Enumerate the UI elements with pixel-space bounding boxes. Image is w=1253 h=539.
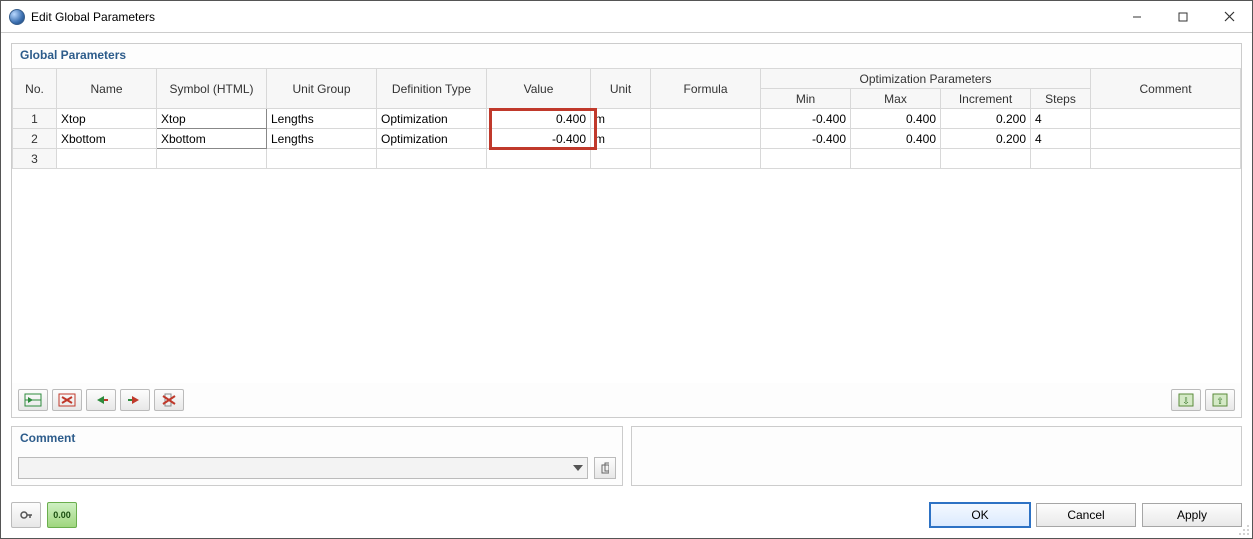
cell-name[interactable]: Xtop	[57, 109, 157, 129]
table-row[interactable]: 3	[13, 149, 1241, 169]
cell-unit-group[interactable]: Lengths	[267, 109, 377, 129]
cell-unit-group[interactable]: Lengths	[267, 129, 377, 149]
window-title: Edit Global Parameters	[31, 10, 155, 24]
clear-column-button[interactable]	[154, 389, 184, 411]
cell-definition-type[interactable]: Optimization	[377, 129, 487, 149]
cell-max[interactable]: 0.400	[851, 109, 941, 129]
cell-min[interactable]: -0.400	[761, 109, 851, 129]
comment-library-button[interactable]	[594, 457, 616, 479]
parameters-grid[interactable]: No. Name Symbol (HTML) Unit Group Defini…	[12, 68, 1241, 383]
close-button[interactable]	[1206, 1, 1252, 33]
cell-value[interactable]	[487, 149, 591, 169]
grid-toolbar: ⇩ ⇧	[12, 383, 1241, 417]
dialog-footer: 0.00 OK Cancel Apply	[1, 494, 1252, 538]
col-symbol[interactable]: Symbol (HTML)	[157, 69, 267, 109]
cell-unit[interactable]	[591, 149, 651, 169]
col-value[interactable]: Value	[487, 69, 591, 109]
col-name[interactable]: Name	[57, 69, 157, 109]
col-formula[interactable]: Formula	[651, 69, 761, 109]
cell-formula[interactable]	[651, 129, 761, 149]
cell-no[interactable]: 1	[13, 109, 57, 129]
cell-symbol[interactable]	[157, 149, 267, 169]
col-steps[interactable]: Steps	[1031, 89, 1091, 109]
col-unit-group[interactable]: Unit Group	[267, 69, 377, 109]
cell-formula[interactable]	[651, 109, 761, 129]
cell-comment[interactable]	[1091, 109, 1241, 129]
cell-value[interactable]: 0.400	[487, 109, 591, 129]
comment-header: Comment	[12, 427, 622, 451]
units-badge-label: 0.00	[53, 510, 71, 520]
cell-comment[interactable]	[1091, 129, 1241, 149]
cell-steps[interactable]: 4	[1031, 129, 1091, 149]
chevron-down-icon	[573, 465, 583, 471]
help-button[interactable]	[11, 502, 41, 528]
cell-formula[interactable]	[651, 149, 761, 169]
app-icon	[9, 9, 25, 25]
table-row[interactable]: 2 Xbottom Xbottom Lengths Optimization -…	[13, 129, 1241, 149]
resize-grip-icon[interactable]	[1238, 524, 1250, 536]
copy-icon	[601, 462, 609, 474]
global-parameters-header: Global Parameters	[12, 44, 1241, 68]
column-delete-icon	[160, 393, 178, 407]
table-insert-icon	[24, 393, 42, 407]
col-min[interactable]: Min	[761, 89, 851, 109]
comment-combo[interactable]	[18, 457, 588, 479]
units-button[interactable]: 0.00	[47, 502, 77, 528]
col-unit[interactable]: Unit	[591, 69, 651, 109]
cell-increment[interactable]: 0.200	[941, 129, 1031, 149]
cell-unit[interactable]: m	[591, 129, 651, 149]
maximize-button[interactable]	[1160, 1, 1206, 33]
col-definition-type[interactable]: Definition Type	[377, 69, 487, 109]
minimize-button[interactable]	[1114, 1, 1160, 33]
cell-steps[interactable]	[1031, 149, 1091, 169]
preview-panel	[631, 426, 1243, 486]
shift-left-button[interactable]	[86, 389, 116, 411]
cell-max[interactable]	[851, 149, 941, 169]
cell-min[interactable]	[761, 149, 851, 169]
titlebar: Edit Global Parameters	[1, 1, 1252, 33]
cell-definition-type[interactable]: Optimization	[377, 109, 487, 129]
arrow-left-icon	[92, 393, 110, 407]
arrow-right-icon	[126, 393, 144, 407]
cell-value[interactable]: -0.400	[487, 129, 591, 149]
cell-no[interactable]: 3	[13, 149, 57, 169]
cancel-button[interactable]: Cancel	[1036, 503, 1136, 527]
table-delete-icon	[58, 393, 76, 407]
cell-definition-type[interactable]	[377, 149, 487, 169]
col-increment[interactable]: Increment	[941, 89, 1031, 109]
insert-row-button[interactable]	[18, 389, 48, 411]
excel-import-icon: ⇧	[1212, 393, 1228, 407]
col-max[interactable]: Max	[851, 89, 941, 109]
apply-button[interactable]: Apply	[1142, 503, 1242, 527]
global-parameters-panel: Global Parameters	[11, 43, 1242, 418]
svg-text:⇩: ⇩	[1182, 396, 1190, 406]
import-excel-button[interactable]: ⇧	[1205, 389, 1235, 411]
col-no[interactable]: No.	[13, 69, 57, 109]
cell-name[interactable]: Xbottom	[57, 129, 157, 149]
comment-panel: Comment	[11, 426, 623, 486]
cell-min[interactable]: -0.400	[761, 129, 851, 149]
col-group-optimization: Optimization Parameters	[761, 69, 1091, 89]
delete-row-button[interactable]	[52, 389, 82, 411]
cell-steps[interactable]: 4	[1031, 109, 1091, 129]
cell-symbol[interactable]: Xbottom	[157, 129, 267, 149]
cell-max[interactable]: 0.400	[851, 129, 941, 149]
ok-button[interactable]: OK	[930, 503, 1030, 527]
cell-symbol[interactable]: Xtop	[157, 109, 267, 129]
cell-increment[interactable]	[941, 149, 1031, 169]
cell-unit[interactable]: m	[591, 109, 651, 129]
cell-comment[interactable]	[1091, 149, 1241, 169]
excel-export-icon: ⇩	[1178, 393, 1194, 407]
cell-name[interactable]	[57, 149, 157, 169]
shift-right-button[interactable]	[120, 389, 150, 411]
svg-text:⇧: ⇧	[1216, 396, 1224, 406]
cell-increment[interactable]: 0.200	[941, 109, 1031, 129]
col-comment[interactable]: Comment	[1091, 69, 1241, 109]
key-help-icon	[19, 508, 33, 522]
cell-unit-group[interactable]	[267, 149, 377, 169]
cell-no[interactable]: 2	[13, 129, 57, 149]
table-row[interactable]: 1 Xtop Xtop Lengths Optimization 0.400 m…	[13, 109, 1241, 129]
export-excel-button[interactable]: ⇩	[1171, 389, 1201, 411]
